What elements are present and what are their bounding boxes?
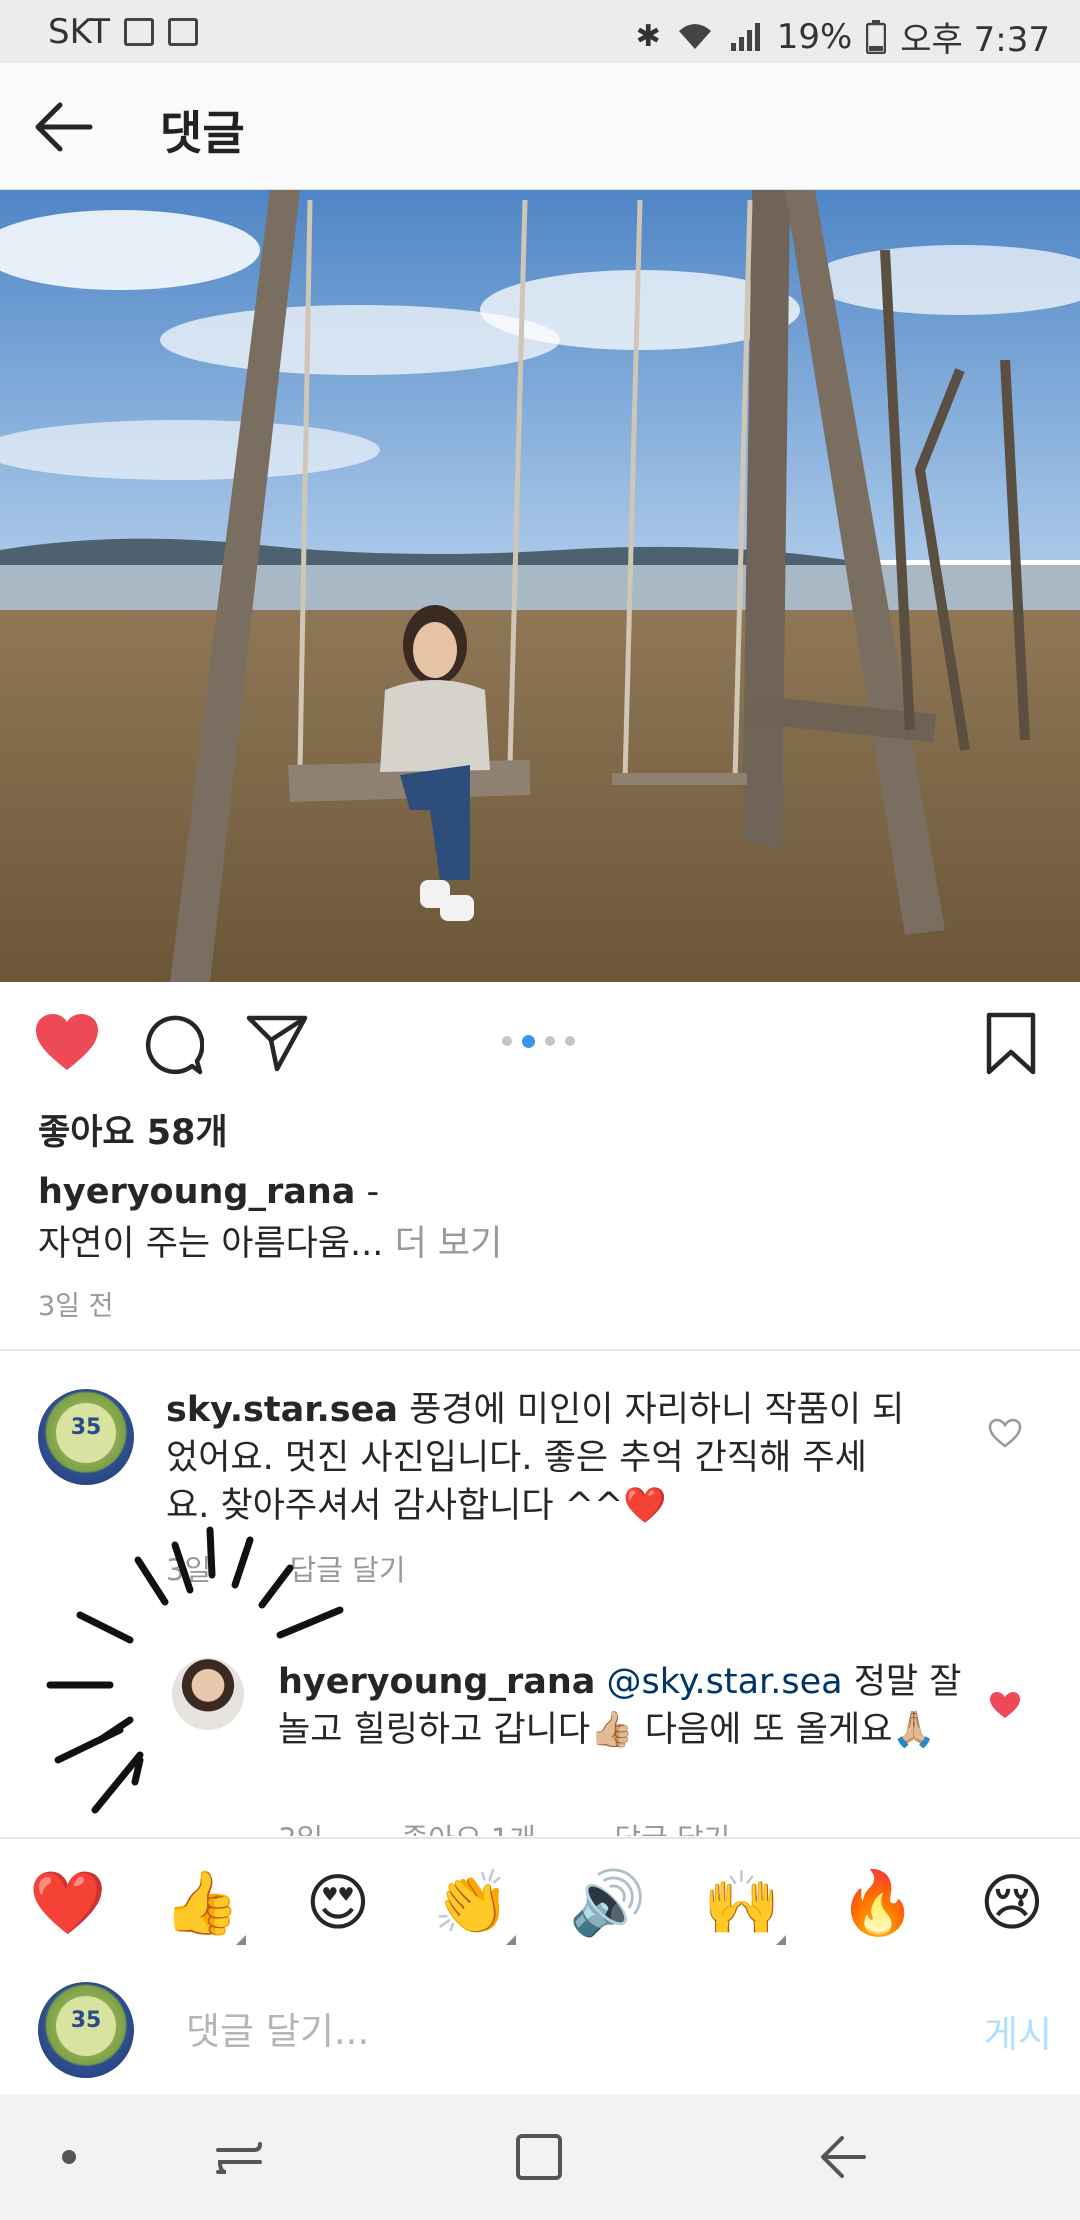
comment-body: hyeryoung_rana @sky.star.sea 정말 잘 놀고 힐링하…	[278, 1658, 968, 1754]
home-icon[interactable]	[514, 2132, 564, 2182]
divider	[0, 1349, 1080, 1351]
beach-swing-photo	[0, 190, 1080, 982]
carousel-dot	[565, 1036, 575, 1046]
avatar-logo-text: 35	[70, 2008, 102, 2033]
carrier-label: SKT	[48, 12, 111, 52]
emoji-raised-hands[interactable]: 🙌	[700, 1861, 784, 1945]
page-title: 댓글	[160, 106, 245, 160]
likes-count[interactable]: 좋아요 58개	[38, 1104, 228, 1155]
comment-mention[interactable]: @sky.star.sea	[607, 1662, 843, 1702]
comment-meta: 3일 좋아요 1개 답글 달기	[278, 1816, 730, 1836]
gallery-notification-icon	[124, 18, 155, 46]
caption-separator: -	[355, 1172, 380, 1212]
emoji-crying[interactable]: 😢	[970, 1861, 1054, 1945]
bookmark-icon[interactable]	[986, 1012, 1036, 1076]
comment-liked-heart-icon[interactable]	[988, 1690, 1022, 1720]
comment-likes[interactable]: 좋아요 1개	[402, 1822, 536, 1836]
reply-button[interactable]: 답글 달기	[614, 1822, 730, 1836]
emoji-clapping[interactable]: 👏	[430, 1861, 514, 1945]
like-heart-icon[interactable]	[34, 1012, 100, 1072]
post-button[interactable]: 게시	[984, 2004, 1052, 2058]
post-timestamp: 3일 전	[38, 1291, 114, 1322]
skin-tone-indicator	[236, 1935, 246, 1945]
avatar[interactable]	[172, 1658, 244, 1730]
back-nav-icon[interactable]	[818, 2132, 868, 2182]
system-nav-bar	[0, 2094, 1080, 2220]
comment-body: sky.star.sea 풍경에 미인이 자리하니 작품이 되었어요. 멋진 사…	[166, 1386, 906, 1530]
carousel-dot	[502, 1036, 512, 1046]
header: 댓글	[0, 63, 1080, 191]
signal-icon	[730, 22, 760, 51]
recent-apps-icon[interactable]	[214, 2134, 264, 2180]
avatar[interactable]: 35	[38, 1389, 134, 1485]
carousel-dot-active	[522, 1035, 535, 1048]
carousel-dot	[545, 1036, 555, 1046]
comment-input[interactable]	[184, 2000, 928, 2062]
wifi-icon	[678, 23, 711, 49]
comment-like-heart-icon[interactable]	[988, 1418, 1022, 1448]
screenshot-notification-icon	[168, 18, 199, 46]
comment-time: 3일	[278, 1822, 323, 1836]
quick-emoji-bar: ❤️ 👍 😍 👏 🔊 🙌 🔥 😢	[0, 1837, 1080, 1969]
comment-icon[interactable]	[142, 1014, 204, 1076]
carousel-indicator	[502, 1035, 575, 1048]
emoji-fire[interactable]: 🔥	[836, 1861, 920, 1945]
skin-tone-indicator	[776, 1935, 786, 1945]
emoji-heart[interactable]: ❤️	[26, 1861, 110, 1945]
back-arrow-icon[interactable]	[28, 91, 100, 163]
battery-icon	[866, 19, 887, 54]
caption-text: 자연이 주는 아름다움...	[38, 1224, 384, 1264]
emoji-heart-eyes[interactable]: 😍	[296, 1861, 380, 1945]
share-icon[interactable]	[246, 1014, 308, 1072]
post-caption: hyeryoung_rana - 자연이 주는 아름다움... 더 보기	[38, 1166, 1038, 1270]
emoji-speaker[interactable]: 🔊	[566, 1861, 650, 1945]
post-photo[interactable]	[0, 190, 1080, 982]
comment-author[interactable]: sky.star.sea	[166, 1390, 398, 1430]
skin-tone-indicator	[506, 1935, 516, 1945]
comment-input-bar: 35 게시	[0, 1966, 1080, 2094]
bluetooth-icon: ✱	[635, 19, 661, 54]
avatar: 35	[38, 1982, 134, 2078]
clock: 오후 7:37	[900, 20, 1050, 60]
more-link[interactable]: 더 보기	[383, 1224, 503, 1264]
comment-author[interactable]: hyeryoung_rana	[278, 1662, 595, 1702]
avatar-logo-text: 35	[70, 1415, 102, 1440]
status-bar: SKT ✱ 19% 오후 7:37	[0, 0, 1080, 63]
caption-author[interactable]: hyeryoung_rana	[38, 1172, 355, 1212]
nav-dot-icon[interactable]	[62, 2150, 76, 2164]
emoji-thumbs-up[interactable]: 👍	[160, 1861, 244, 1945]
battery-percent: 19%	[776, 16, 853, 57]
